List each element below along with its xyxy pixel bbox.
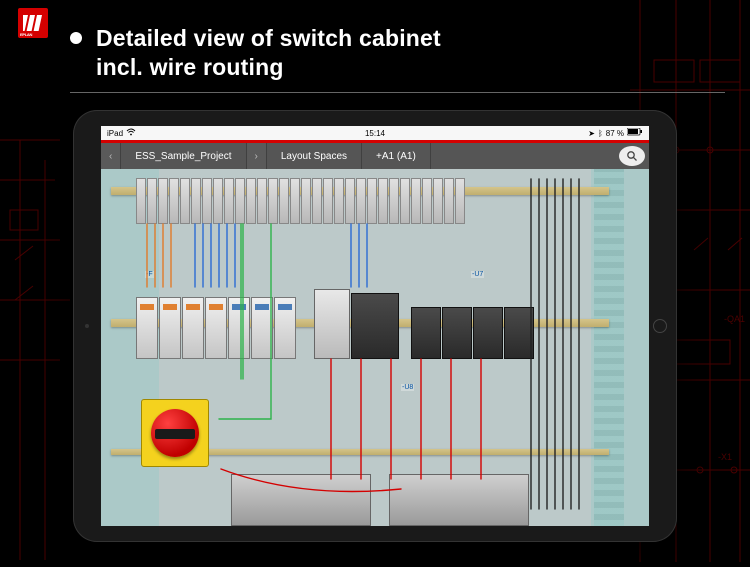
terminal-block xyxy=(367,178,377,224)
terminal-block xyxy=(301,178,311,224)
terminal-block xyxy=(169,178,179,224)
caption-line-1: Detailed view of switch cabinet xyxy=(96,24,441,53)
motor-starter xyxy=(351,293,399,359)
svg-text:-X1: -X1 xyxy=(718,452,732,462)
location-label[interactable]: +A1 (A1) xyxy=(362,143,431,169)
toolbar-spacer xyxy=(431,143,615,169)
search-icon xyxy=(626,150,638,162)
circuit-breaker xyxy=(228,297,250,359)
terminal-block xyxy=(147,178,157,224)
terminal-block xyxy=(312,178,322,224)
terminal-block xyxy=(246,178,256,224)
terminal-block xyxy=(235,178,245,224)
app-toolbar: ‹ ESS_Sample_Project › Layout Spaces +A1… xyxy=(101,143,649,169)
wifi-icon xyxy=(126,128,136,138)
circuit-breaker xyxy=(205,297,227,359)
terminal-block xyxy=(323,178,333,224)
circuit-breaker xyxy=(251,297,273,359)
component-row-mid xyxy=(136,284,589,359)
isolator-handle xyxy=(155,429,195,439)
camera-dot xyxy=(85,324,89,328)
terminal-block xyxy=(433,178,443,224)
mounting-block xyxy=(389,474,529,526)
contactor xyxy=(473,307,503,359)
terminal-block xyxy=(202,178,212,224)
brand-logo: EPLAN xyxy=(18,8,48,38)
main-isolator-switch xyxy=(141,399,209,467)
terminal-block xyxy=(378,178,388,224)
section-label[interactable]: Layout Spaces xyxy=(267,143,362,169)
circuit-breaker xyxy=(136,297,158,359)
terminal-block xyxy=(136,178,146,224)
cabinet-3d-viewport[interactable]: -U7 -U8 -F xyxy=(101,169,649,526)
bullet-icon xyxy=(70,32,82,44)
battery-icon xyxy=(627,128,643,138)
device-tag-f: -F xyxy=(145,271,154,278)
carrier-label: iPad xyxy=(107,129,123,138)
project-name-label[interactable]: ESS_Sample_Project xyxy=(121,143,246,169)
ipad-frame: iPad 15:14 ➤ ᛒ 87 % ‹ ESS_Sample_Project… xyxy=(73,110,677,542)
ipad-screen: iPad 15:14 ➤ ᛒ 87 % ‹ ESS_Sample_Project… xyxy=(101,126,649,526)
ios-status-bar: iPad 15:14 ➤ ᛒ 87 % xyxy=(101,126,649,140)
terminal-block xyxy=(345,178,355,224)
terminal-block xyxy=(455,178,465,224)
terminal-block xyxy=(400,178,410,224)
circuit-breaker xyxy=(182,297,204,359)
slide-caption: Detailed view of switch cabinet incl. wi… xyxy=(70,24,690,82)
battery-label: 87 % xyxy=(606,129,624,138)
terminal-block xyxy=(191,178,201,224)
home-button[interactable] xyxy=(653,319,667,333)
svg-text:-QA1: -QA1 xyxy=(724,314,745,324)
brand-name: EPLAN xyxy=(20,32,32,37)
terminal-block xyxy=(334,178,344,224)
device-tag-u8: -U8 xyxy=(401,384,414,391)
terminal-block xyxy=(224,178,234,224)
terminal-block xyxy=(290,178,300,224)
terminal-block xyxy=(180,178,190,224)
circuit-breaker xyxy=(159,297,181,359)
terminal-block xyxy=(257,178,267,224)
contactor xyxy=(504,307,534,359)
search-button[interactable] xyxy=(619,146,645,166)
circuit-breaker xyxy=(274,297,296,359)
terminal-block xyxy=(389,178,399,224)
terminal-block xyxy=(279,178,289,224)
mounting-block xyxy=(231,474,371,526)
terminal-row-top xyxy=(136,169,589,224)
terminal-block xyxy=(411,178,421,224)
contactor xyxy=(442,307,472,359)
bluetooth-icon: ᛒ xyxy=(598,129,603,138)
location-icon: ➤ xyxy=(588,129,595,138)
wiring-duct xyxy=(594,169,624,526)
terminal-block xyxy=(213,178,223,224)
contactor xyxy=(411,307,441,359)
terminal-block xyxy=(356,178,366,224)
terminal-block xyxy=(268,178,278,224)
terminal-block xyxy=(158,178,168,224)
nav-back-button[interactable]: ‹ xyxy=(101,143,121,169)
terminal-block xyxy=(444,178,454,224)
bottom-blocks xyxy=(231,474,529,526)
caption-divider xyxy=(70,92,725,93)
power-supply xyxy=(314,289,350,359)
clock-label: 15:14 xyxy=(365,129,385,138)
device-tag-u7: -U7 xyxy=(471,271,484,278)
caption-line-2: incl. wire routing xyxy=(96,53,441,82)
nav-forward-button[interactable]: › xyxy=(247,143,267,169)
terminal-block xyxy=(422,178,432,224)
